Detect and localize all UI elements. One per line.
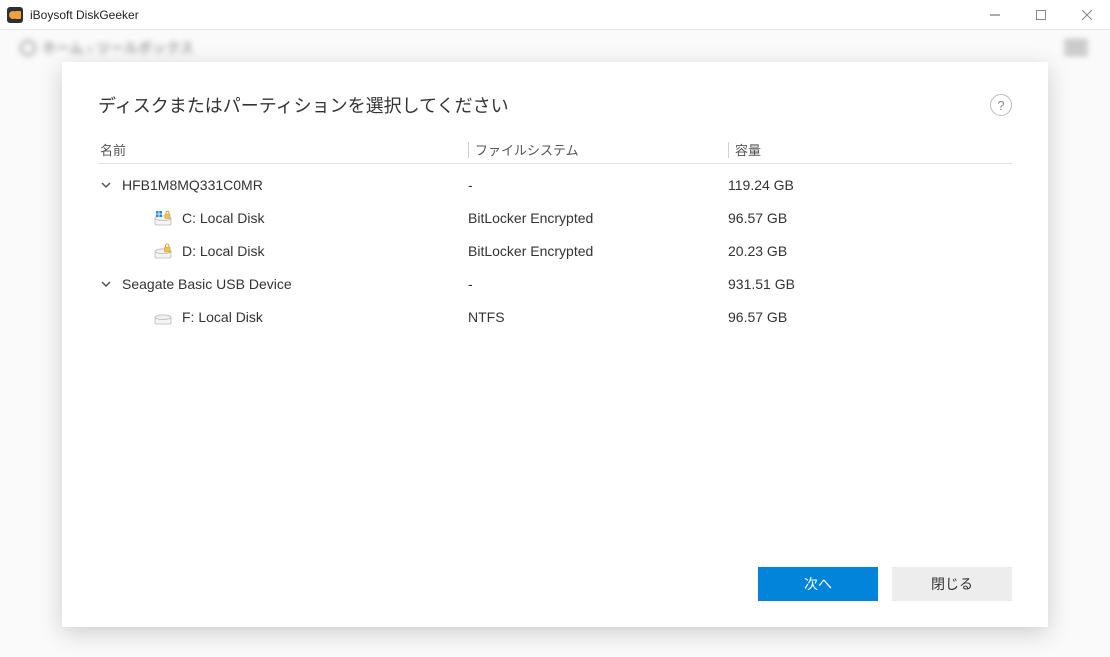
disk-row[interactable]: Seagate Basic USB Device - 931.51 GB xyxy=(98,267,1012,300)
window-close-button[interactable] xyxy=(1064,0,1110,30)
disk-capacity: 931.51 GB xyxy=(728,276,795,292)
partition-row[interactable]: D: Local Disk BitLocker Encrypted 20.23 … xyxy=(98,234,1012,267)
partition-filesystem: BitLocker Encrypted xyxy=(468,243,593,259)
partition-row[interactable]: C: Local Disk BitLocker Encrypted 96.57 … xyxy=(98,201,1012,234)
help-icon: ? xyxy=(997,98,1004,113)
table-header: 名前 ファイルシステム 容量 xyxy=(98,136,1012,164)
disk-name: Seagate Basic USB Device xyxy=(122,276,292,292)
dialog-footer: 次へ 閉じる xyxy=(98,567,1012,601)
partition-filesystem: NTFS xyxy=(468,309,505,325)
partition-capacity: 96.57 GB xyxy=(728,309,787,325)
partition-name: D: Local Disk xyxy=(182,243,264,259)
hamburger-icon xyxy=(1064,40,1088,54)
partition-name: C: Local Disk xyxy=(182,210,264,226)
window-minimize-button[interactable] xyxy=(972,0,1018,30)
disk-row[interactable]: HFB1M8MQ331C0MR - 119.24 GB xyxy=(98,168,1012,201)
window-maximize-button[interactable] xyxy=(1018,0,1064,30)
column-header-filesystem[interactable]: ファイルシステム xyxy=(468,142,728,158)
partition-name: F: Local Disk xyxy=(182,309,263,325)
windows-bitlocker-drive-icon xyxy=(154,209,172,227)
help-button[interactable]: ? xyxy=(990,94,1012,116)
close-button[interactable]: 閉じる xyxy=(892,567,1012,601)
titlebar: iBoysoft DiskGeeker xyxy=(0,0,1110,30)
next-button[interactable]: 次へ xyxy=(758,567,878,601)
disk-capacity: 119.24 GB xyxy=(728,177,794,193)
disk-filesystem: - xyxy=(468,276,473,292)
bitlocker-drive-icon xyxy=(154,242,172,260)
partition-capacity: 20.23 GB xyxy=(728,243,787,259)
disk-filesystem: - xyxy=(468,177,473,193)
column-header-capacity[interactable]: 容量 xyxy=(728,142,978,158)
chevron-down-icon xyxy=(98,276,114,292)
disk-name: HFB1M8MQ331C0MR xyxy=(122,177,263,193)
partition-filesystem: BitLocker Encrypted xyxy=(468,210,593,226)
window-title: iBoysoft DiskGeeker xyxy=(30,8,139,22)
column-header-name[interactable]: 名前 xyxy=(98,142,468,158)
breadcrumb: ホーム › ツールボックス xyxy=(42,38,194,58)
chevron-down-icon xyxy=(98,177,114,193)
drive-icon xyxy=(154,308,172,326)
partition-row[interactable]: F: Local Disk NTFS 96.57 GB xyxy=(98,300,1012,333)
dialog-title: ディスクまたはパーティションを選択してください xyxy=(98,92,990,118)
next-button-label: 次へ xyxy=(804,574,832,594)
close-button-label: 閉じる xyxy=(931,574,973,594)
app-icon xyxy=(6,6,24,24)
partition-capacity: 96.57 GB xyxy=(728,210,787,226)
select-disk-dialog: ディスクまたはパーティションを選択してください ? 名前 ファイルシステム 容量… xyxy=(62,62,1048,627)
disk-tree: HFB1M8MQ331C0MR - 119.24 GB xyxy=(98,168,1012,333)
